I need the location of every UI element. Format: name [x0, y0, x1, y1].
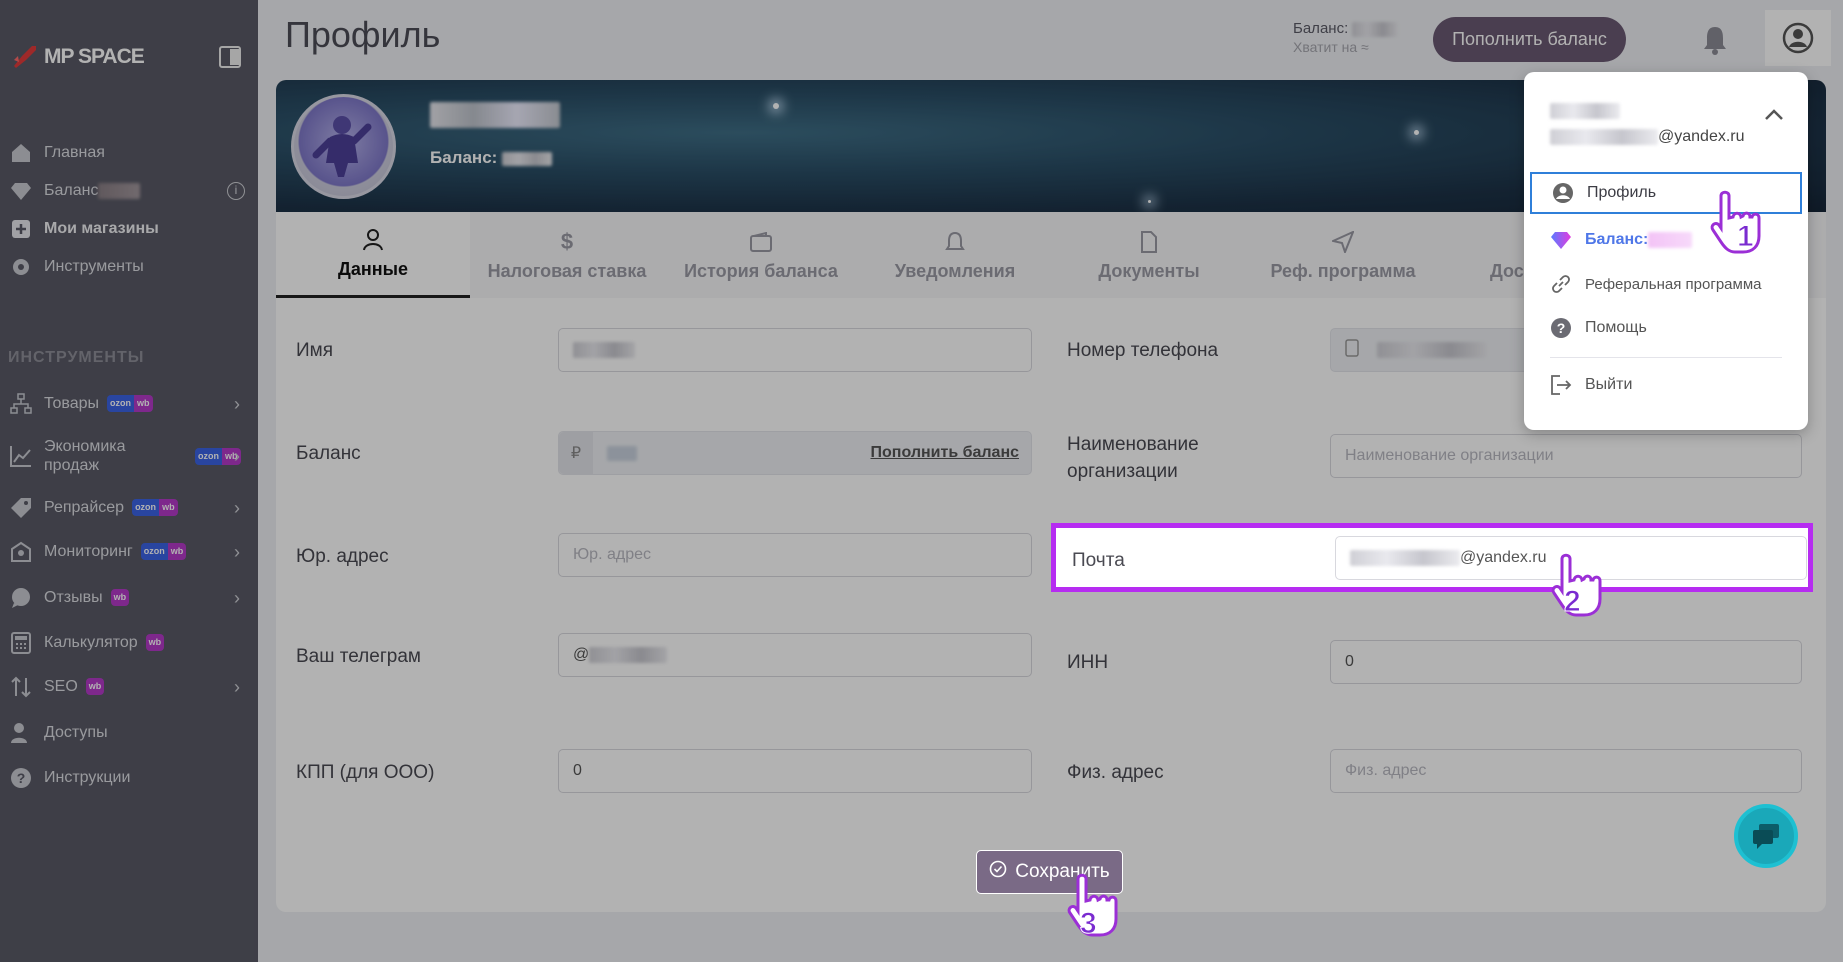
- email-label: Почта: [1072, 550, 1125, 571]
- dropdown-item-referral[interactable]: Реферальная программа: [1530, 263, 1802, 305]
- logout-icon: [1550, 374, 1572, 396]
- diamond-icon: [1550, 229, 1572, 251]
- question-circle-icon: ?: [1550, 317, 1572, 339]
- email-highlight-box: Почта @yandex.ru: [1051, 523, 1813, 592]
- dropdown-username-blurred: [1550, 102, 1620, 120]
- svg-text:?: ?: [1557, 320, 1566, 336]
- link-icon: [1550, 273, 1572, 295]
- pointer-hand-step-3: 3: [1064, 873, 1124, 943]
- chat-icon: [1753, 824, 1779, 849]
- chevron-up-icon[interactable]: [1764, 100, 1784, 128]
- pointer-hand-step-1: 1: [1707, 190, 1767, 260]
- pointer-hand-step-2: 2: [1548, 553, 1608, 623]
- check-circle-icon: [989, 860, 1007, 884]
- dropdown-divider: [1550, 357, 1782, 358]
- user-circle-icon: [1552, 182, 1574, 204]
- dropdown-item-logout[interactable]: Выйти: [1530, 364, 1802, 406]
- dropdown-item-help[interactable]: ? Помощь: [1530, 307, 1802, 349]
- dropdown-email: @yandex.ru: [1550, 128, 1745, 146]
- chat-widget-button[interactable]: [1734, 804, 1798, 868]
